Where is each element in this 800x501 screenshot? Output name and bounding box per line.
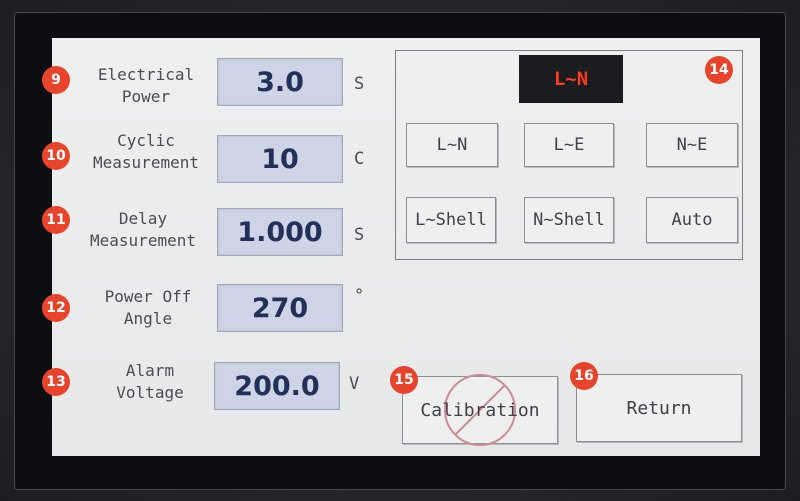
delay-measurement-label: Delay Measurement	[90, 209, 196, 250]
marker-13: 13	[42, 368, 70, 396]
mode-le-button[interactable]: L~E	[524, 123, 614, 167]
marker-10: 10	[42, 142, 70, 170]
cyclic-measurement-label: Cyclic Measurement	[93, 131, 199, 172]
mode-ne-button[interactable]: N~E	[646, 123, 738, 167]
electrical-power-value-field[interactable]: 3.0	[217, 58, 343, 106]
marker-14: 14	[705, 56, 733, 84]
mode-select-panel: L~N L~N L~E N~E L~Shell N~Shell Auto	[395, 50, 743, 260]
delay-measurement-unit: S	[354, 225, 365, 245]
alarm-voltage-unit: V	[349, 374, 360, 394]
power-off-angle-unit: °	[354, 286, 365, 306]
delay-measurement-value-field[interactable]: 1.000	[217, 208, 343, 256]
mode-ln-button[interactable]: L~N	[406, 123, 498, 167]
alarm-voltage-label: Alarm Voltage	[116, 361, 184, 402]
marker-16: 16	[570, 362, 598, 390]
electrical-power-label: Electrical Power	[97, 65, 195, 106]
current-mode-display: L~N	[519, 55, 623, 103]
marker-9: 9	[42, 66, 70, 94]
electrical-power-unit: S	[354, 74, 365, 94]
power-off-angle-value-field[interactable]: 270	[217, 284, 343, 332]
power-off-angle-label: Power Off Angle	[104, 287, 192, 328]
calibration-button[interactable]: Calibration	[402, 374, 558, 446]
mode-n-shell-button[interactable]: N~Shell	[524, 197, 614, 243]
marker-15: 15	[390, 366, 418, 394]
return-button[interactable]: Return	[576, 374, 742, 442]
calibration-label: Calibration	[420, 399, 540, 421]
marker-11: 11	[42, 206, 70, 234]
mode-auto-button[interactable]: Auto	[646, 197, 738, 243]
cyclic-measurement-value-field[interactable]: 10	[217, 135, 343, 183]
marker-12: 12	[42, 294, 70, 322]
mode-l-shell-button[interactable]: L~Shell	[406, 197, 496, 243]
alarm-voltage-value-field[interactable]: 200.0	[214, 362, 340, 410]
cyclic-measurement-unit: C	[354, 149, 365, 169]
